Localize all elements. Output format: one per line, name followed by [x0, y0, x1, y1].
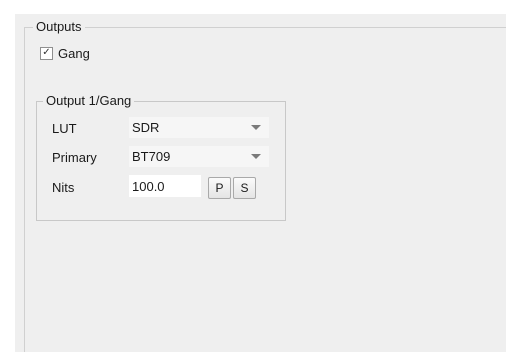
lut-dropdown-value: SDR: [132, 120, 160, 135]
lut-dropdown[interactable]: SDR: [129, 117, 269, 138]
s-button[interactable]: S: [233, 177, 256, 199]
gang-checkbox[interactable]: ✓: [40, 46, 53, 60]
chevron-down-icon: [251, 125, 261, 130]
checkmark-icon: ✓: [42, 47, 51, 58]
p-button[interactable]: P: [208, 177, 231, 199]
outputs-group-title: Outputs: [33, 19, 85, 34]
primary-label: Primary: [52, 150, 97, 165]
primary-dropdown-value: BT709: [132, 149, 171, 164]
lut-label: LUT: [52, 121, 77, 136]
output-1-gang-group-title: Output 1/Gang: [43, 93, 135, 108]
chevron-down-icon: [251, 154, 261, 159]
gang-checkbox-row[interactable]: ✓ Gang: [40, 45, 90, 61]
nits-input[interactable]: [129, 175, 201, 197]
nits-label: Nits: [52, 180, 75, 195]
gang-label[interactable]: Gang: [58, 46, 90, 61]
primary-dropdown[interactable]: BT709: [129, 146, 269, 167]
